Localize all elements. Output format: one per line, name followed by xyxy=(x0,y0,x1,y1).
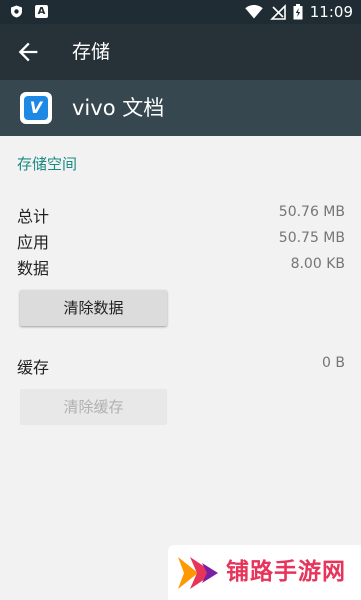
notification-icons: A xyxy=(10,5,48,18)
row-label: 缓存 xyxy=(17,358,50,377)
status-bar: A 11:09 xyxy=(0,0,361,24)
clear-data-button[interactable]: 清除数据 xyxy=(20,290,167,326)
a-notification-icon: A xyxy=(35,5,48,18)
storage-row-total: 总计 50.76 MB xyxy=(17,203,345,226)
no-sim-icon xyxy=(269,4,286,20)
cache-row: 缓存 0 B xyxy=(17,354,345,377)
wifi-icon xyxy=(245,5,263,19)
row-label: 数据 xyxy=(17,259,50,278)
watermark-text: 铺路手游网 xyxy=(226,559,346,585)
app-bar: 存储 xyxy=(0,24,361,80)
vivo-docs-app-icon: V xyxy=(20,92,52,124)
arrow-left-icon[interactable] xyxy=(14,38,42,66)
status-time: 11:09 xyxy=(309,3,353,21)
clear-cache-button[interactable]: 清除缓存 xyxy=(20,389,167,425)
storage-row-data: 数据 8.00 KB xyxy=(17,255,345,278)
app-header: V vivo 文档 xyxy=(0,80,361,136)
row-label: 应用 xyxy=(17,233,50,252)
row-value: 8.00 KB xyxy=(290,256,345,272)
watermark: 铺路手游网 xyxy=(168,545,361,600)
row-value: 50.76 MB xyxy=(278,204,345,220)
storage-row-app: 应用 50.75 MB xyxy=(17,229,345,252)
row-label: 总计 xyxy=(17,207,50,226)
storage-section-title: 存储空间 xyxy=(17,155,78,173)
page-title: 存储 xyxy=(72,41,111,63)
row-value: 50.75 MB xyxy=(278,230,345,246)
row-value: 0 B xyxy=(322,355,345,371)
shield-notification-icon xyxy=(11,5,22,18)
system-icons: 11:09 xyxy=(245,3,353,21)
site-logo-icon xyxy=(178,557,218,589)
battery-charging-icon xyxy=(293,4,303,20)
app-name: vivo 文档 xyxy=(72,96,165,120)
